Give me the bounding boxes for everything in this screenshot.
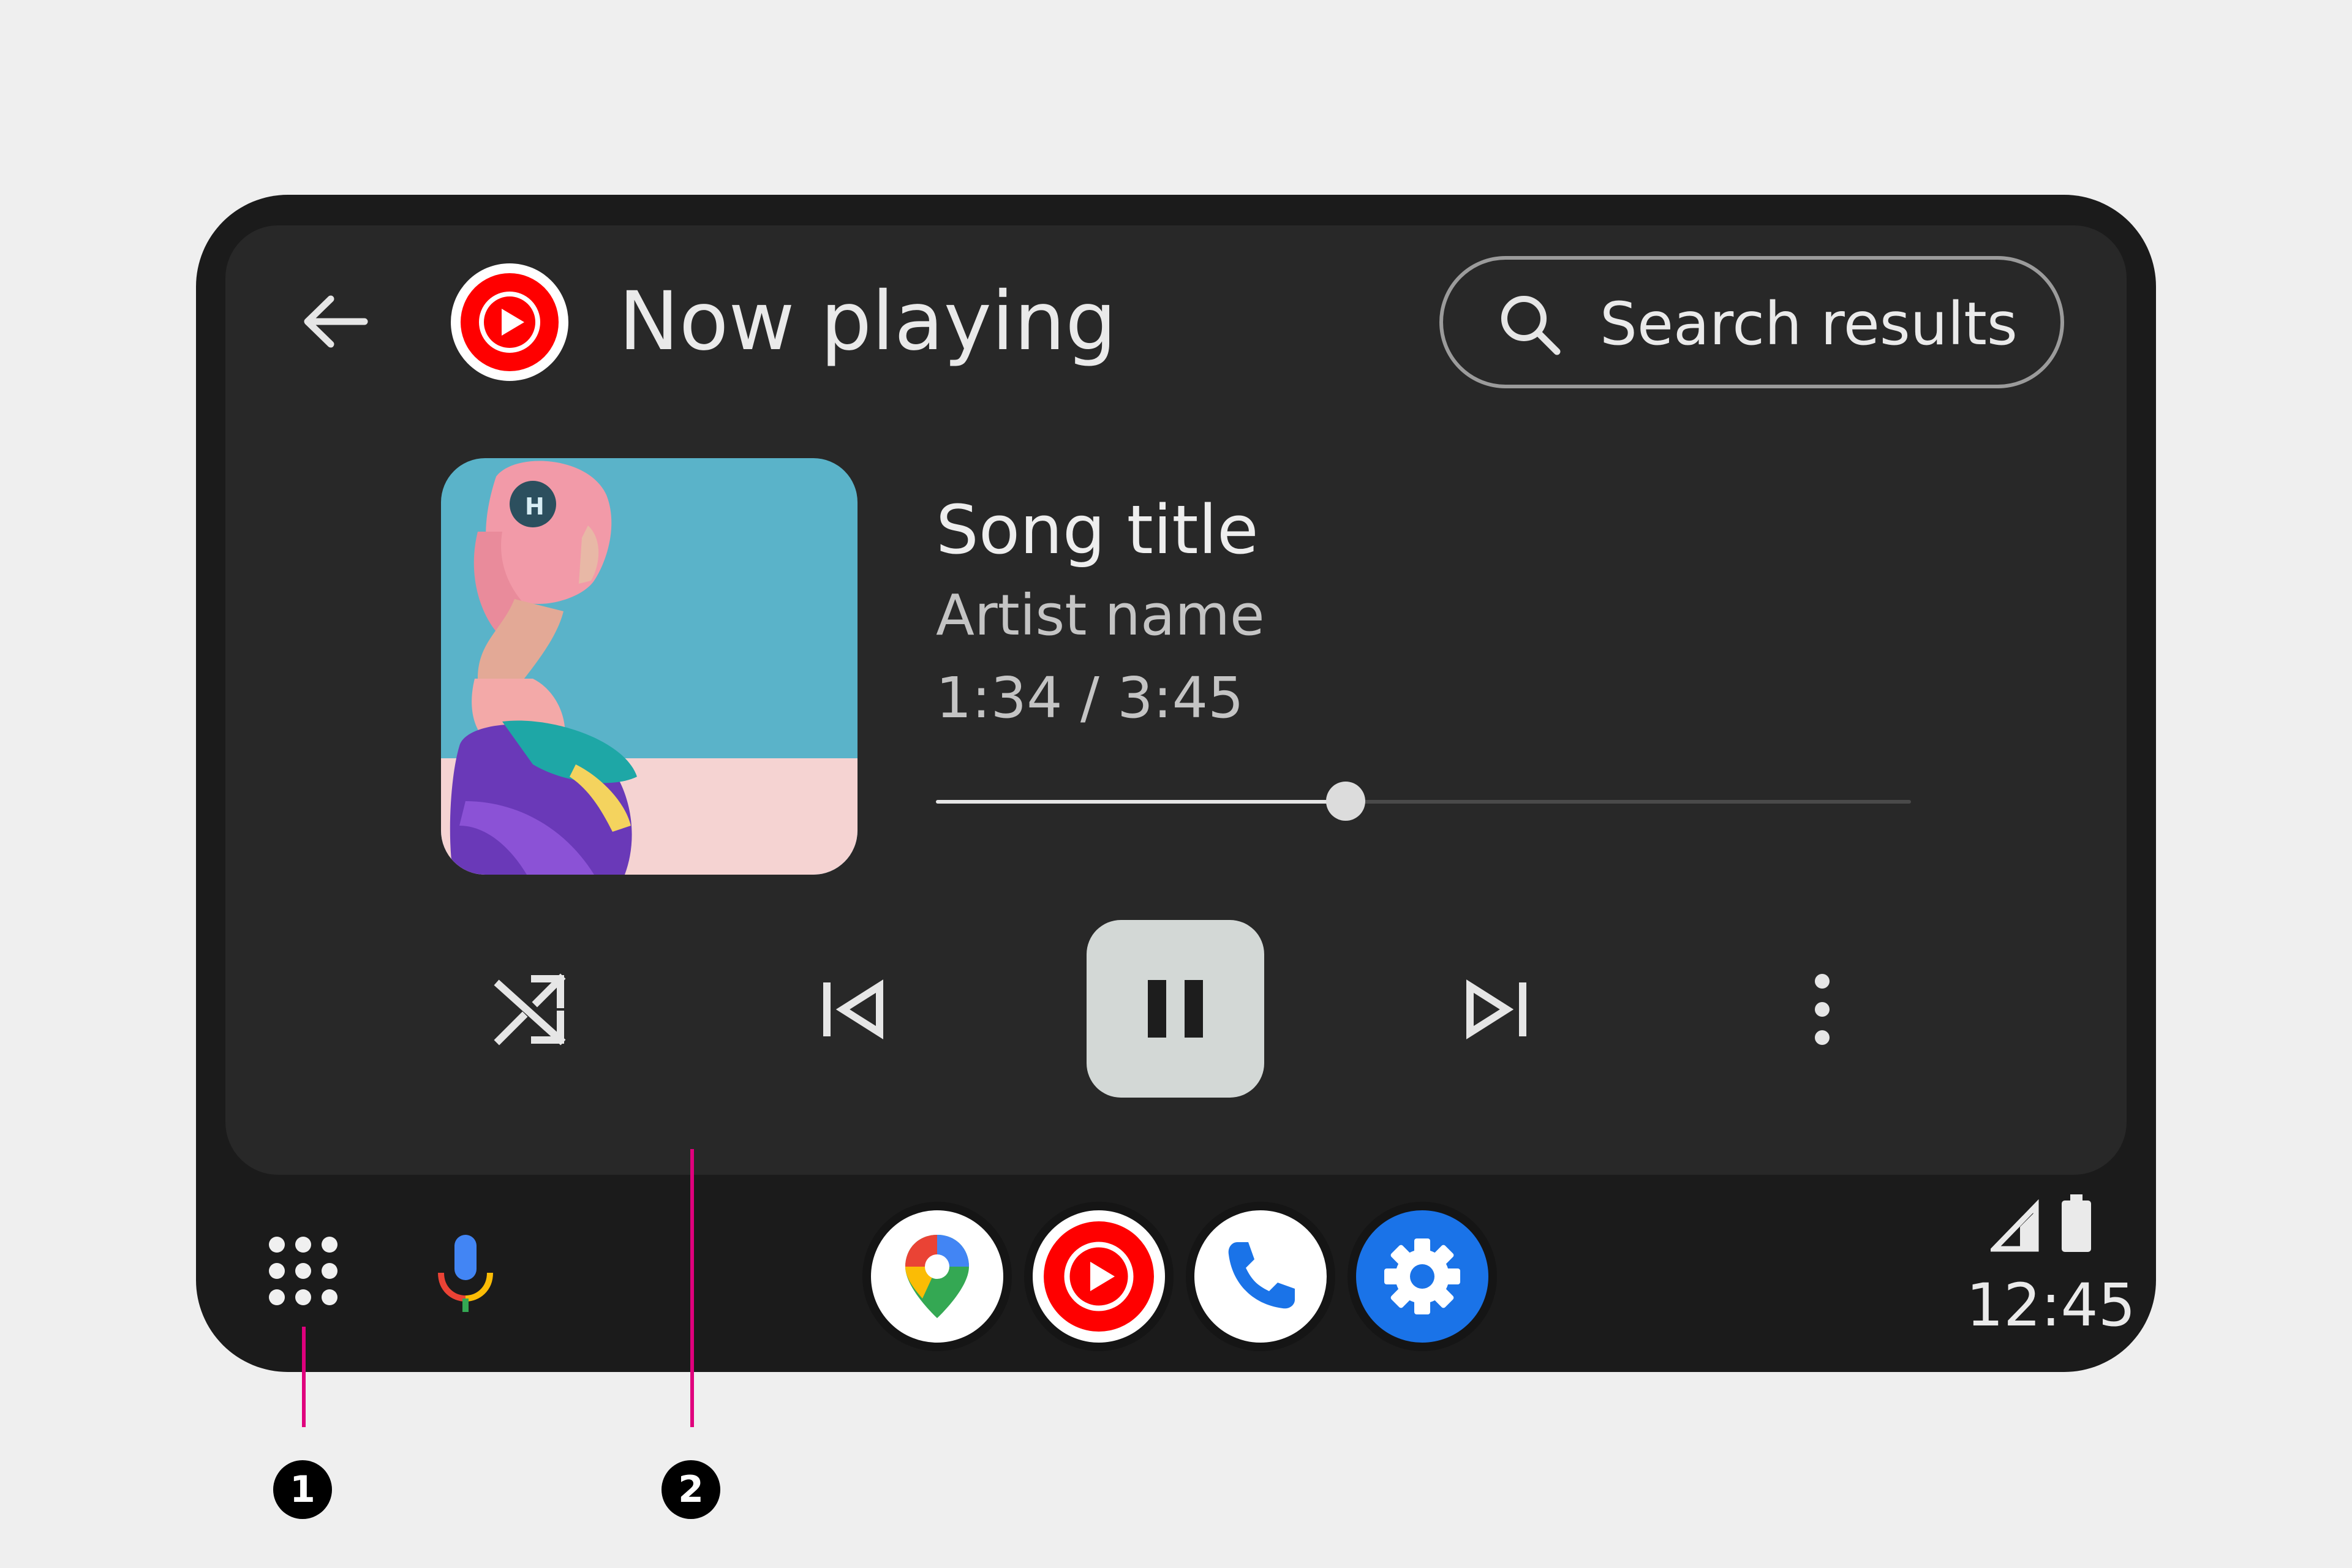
skip-previous-icon [823, 979, 883, 1039]
callout-badge-2: 2 [662, 1460, 720, 1519]
dock-youtube-music-button[interactable] [1024, 1202, 1174, 1351]
progress-fill [936, 800, 1346, 804]
next-button[interactable] [1437, 948, 1559, 1071]
signal-status [1988, 1197, 2040, 1253]
callout-badge-1: 1 [273, 1460, 332, 1519]
microphone-icon [438, 1235, 493, 1312]
progress-thumb[interactable] [1325, 782, 1365, 821]
skip-next-icon [1466, 979, 1526, 1039]
album-art: H [441, 458, 858, 875]
back-button[interactable] [294, 288, 374, 355]
search-icon [1501, 296, 1561, 355]
artist-name: Artist name [936, 582, 1265, 648]
youtube-music-icon [1044, 1221, 1154, 1332]
song-title: Song title [936, 491, 1259, 569]
callout-line-2 [690, 1149, 694, 1427]
dock-phone-button[interactable] [1186, 1202, 1335, 1351]
youtube-music-logo [451, 263, 568, 381]
playback-time: 1:34 / 3:45 [936, 665, 1244, 731]
pause-icon [1148, 980, 1203, 1038]
shuffle-button[interactable] [469, 948, 591, 1071]
assistant-button[interactable] [423, 1225, 508, 1317]
cell-signal-icon [1988, 1199, 2039, 1252]
progress-slider[interactable] [936, 782, 1911, 821]
battery-status [2058, 1193, 2095, 1254]
settings-icon [1384, 1238, 1460, 1314]
more-vert-icon [1815, 974, 1830, 1045]
more-options-button[interactable] [1761, 948, 1883, 1071]
arrow-left-icon [304, 295, 368, 348]
dock-maps-button[interactable] [862, 1202, 1012, 1351]
shuffle-icon [494, 973, 566, 1046]
search-results-button[interactable]: Search results [1439, 256, 2064, 388]
battery-icon [2062, 1194, 2091, 1252]
app-launcher-button[interactable] [257, 1225, 349, 1317]
search-results-label: Search results [1600, 290, 2018, 358]
youtube-music-icon [461, 273, 559, 371]
pause-button[interactable] [1087, 920, 1264, 1098]
phone-icon [1228, 1242, 1295, 1309]
page-title: Now playing [619, 274, 1117, 369]
dock-settings-button[interactable] [1348, 1202, 1497, 1351]
previous-button[interactable] [790, 948, 913, 1071]
svg-text:H: H [525, 493, 545, 520]
app-grid-icon [269, 1237, 337, 1305]
status-clock: 12:45 [1966, 1271, 2136, 1340]
callout-line-1 [302, 1327, 306, 1427]
google-maps-icon [905, 1235, 969, 1318]
